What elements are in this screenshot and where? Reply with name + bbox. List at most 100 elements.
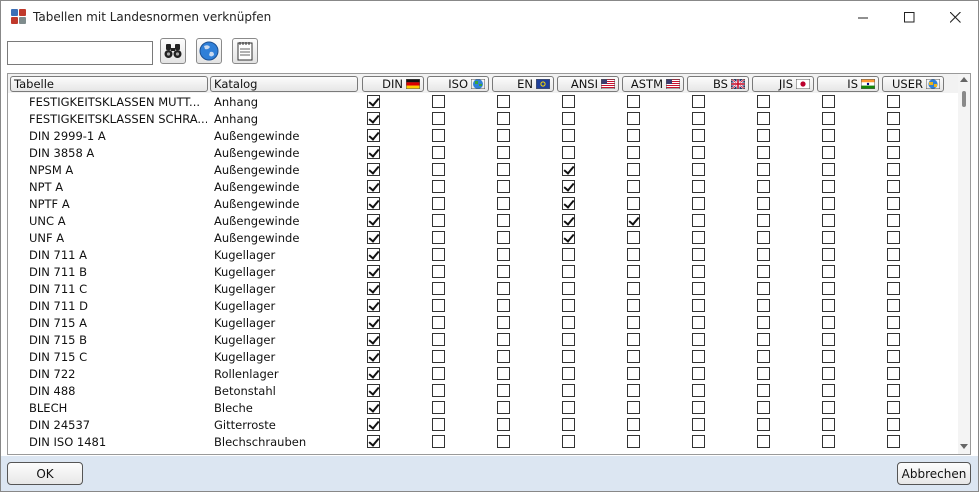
checkbox-astm[interactable] <box>627 180 640 193</box>
scroll-down-icon[interactable] <box>960 444 968 449</box>
checkbox-is[interactable] <box>822 299 835 312</box>
checkbox-jis[interactable] <box>757 197 770 210</box>
checkbox-iso[interactable] <box>432 95 445 108</box>
checkbox-en[interactable] <box>497 401 510 414</box>
checkbox-bs[interactable] <box>692 435 705 448</box>
column-header-en[interactable]: EN <box>492 76 554 92</box>
table-row[interactable]: DIN 711 C Kugellager <box>8 280 958 297</box>
checkbox-bs[interactable] <box>692 367 705 380</box>
checkbox-astm[interactable] <box>627 299 640 312</box>
checkbox-is[interactable] <box>822 350 835 363</box>
checkbox-jis[interactable] <box>757 231 770 244</box>
column-header-user[interactable]: USER <box>882 76 944 92</box>
checkbox-user[interactable] <box>887 350 900 363</box>
checkbox-en[interactable] <box>497 435 510 448</box>
checkbox-astm[interactable] <box>627 146 640 159</box>
column-header-astm[interactable]: ASTM <box>622 76 684 92</box>
checkbox-bs[interactable] <box>692 214 705 227</box>
checkbox-en[interactable] <box>497 333 510 346</box>
checkbox-astm[interactable] <box>627 112 640 125</box>
checkbox-is[interactable] <box>822 95 835 108</box>
checkbox-en[interactable] <box>497 146 510 159</box>
checkbox-jis[interactable] <box>757 384 770 397</box>
table-row[interactable]: BLECH Bleche <box>8 399 958 416</box>
table-row[interactable]: DIN ISO 1481 Blechschrauben <box>8 433 958 450</box>
checkbox-bs[interactable] <box>692 95 705 108</box>
checkbox-iso[interactable] <box>432 129 445 142</box>
checkbox-ansi[interactable] <box>562 197 575 210</box>
checkbox-iso[interactable] <box>432 197 445 210</box>
checkbox-ansi[interactable] <box>562 248 575 261</box>
checkbox-user[interactable] <box>887 299 900 312</box>
checkbox-ansi[interactable] <box>562 112 575 125</box>
checkbox-is[interactable] <box>822 231 835 244</box>
checkbox-user[interactable] <box>887 180 900 193</box>
checkbox-is[interactable] <box>822 316 835 329</box>
checkbox-is[interactable] <box>822 112 835 125</box>
checkbox-is[interactable] <box>822 214 835 227</box>
checkbox-iso[interactable] <box>432 299 445 312</box>
checkbox-bs[interactable] <box>692 231 705 244</box>
checkbox-user[interactable] <box>887 282 900 295</box>
checkbox-is[interactable] <box>822 333 835 346</box>
checkbox-en[interactable] <box>497 95 510 108</box>
checkbox-is[interactable] <box>822 282 835 295</box>
checkbox-is[interactable] <box>822 384 835 397</box>
checkbox-din[interactable] <box>367 180 380 193</box>
checkbox-is[interactable] <box>822 180 835 193</box>
checkbox-jis[interactable] <box>757 129 770 142</box>
checkbox-bs[interactable] <box>692 180 705 193</box>
column-header-ansi[interactable]: ANSI <box>557 76 619 92</box>
checkbox-user[interactable] <box>887 231 900 244</box>
table-row[interactable]: FESTIGKEITSKLASSEN SCHRA... Anhang <box>8 110 958 127</box>
checkbox-din[interactable] <box>367 95 380 108</box>
checkbox-en[interactable] <box>497 248 510 261</box>
checkbox-user[interactable] <box>887 129 900 142</box>
checkbox-astm[interactable] <box>627 401 640 414</box>
checkbox-is[interactable] <box>822 248 835 261</box>
checkbox-is[interactable] <box>822 435 835 448</box>
checkbox-iso[interactable] <box>432 112 445 125</box>
checkbox-din[interactable] <box>367 401 380 414</box>
checkbox-jis[interactable] <box>757 333 770 346</box>
checkbox-astm[interactable] <box>627 214 640 227</box>
checkbox-iso[interactable] <box>432 146 445 159</box>
checkbox-iso[interactable] <box>432 282 445 295</box>
checkbox-user[interactable] <box>887 384 900 397</box>
checkbox-iso[interactable] <box>432 401 445 414</box>
checkbox-astm[interactable] <box>627 163 640 176</box>
checkbox-din[interactable] <box>367 384 380 397</box>
checkbox-jis[interactable] <box>757 248 770 261</box>
checkbox-bs[interactable] <box>692 333 705 346</box>
checkbox-astm[interactable] <box>627 316 640 329</box>
checkbox-astm[interactable] <box>627 384 640 397</box>
scroll-thumb[interactable] <box>962 91 966 107</box>
checkbox-en[interactable] <box>497 197 510 210</box>
checkbox-is[interactable] <box>822 129 835 142</box>
table-row[interactable]: UNC A Außengewinde <box>8 212 958 229</box>
checkbox-din[interactable] <box>367 316 380 329</box>
checkbox-user[interactable] <box>887 333 900 346</box>
cancel-button[interactable]: Abbrechen <box>897 462 971 485</box>
checkbox-din[interactable] <box>367 129 380 142</box>
checkbox-jis[interactable] <box>757 350 770 363</box>
checkbox-is[interactable] <box>822 146 835 159</box>
checkbox-iso[interactable] <box>432 350 445 363</box>
checkbox-astm[interactable] <box>627 197 640 210</box>
checkbox-ansi[interactable] <box>562 401 575 414</box>
checkbox-jis[interactable] <box>757 316 770 329</box>
checkbox-bs[interactable] <box>692 384 705 397</box>
checkbox-en[interactable] <box>497 316 510 329</box>
checkbox-din[interactable] <box>367 435 380 448</box>
checkbox-en[interactable] <box>497 299 510 312</box>
checkbox-is[interactable] <box>822 418 835 431</box>
checkbox-en[interactable] <box>497 282 510 295</box>
checkbox-user[interactable] <box>887 316 900 329</box>
checkbox-bs[interactable] <box>692 299 705 312</box>
ok-button[interactable]: OK <box>7 462 83 485</box>
checkbox-astm[interactable] <box>627 367 640 380</box>
checkbox-en[interactable] <box>497 112 510 125</box>
checkbox-bs[interactable] <box>692 112 705 125</box>
checkbox-iso[interactable] <box>432 248 445 261</box>
table-row[interactable]: DIN 711 A Kugellager <box>8 246 958 263</box>
